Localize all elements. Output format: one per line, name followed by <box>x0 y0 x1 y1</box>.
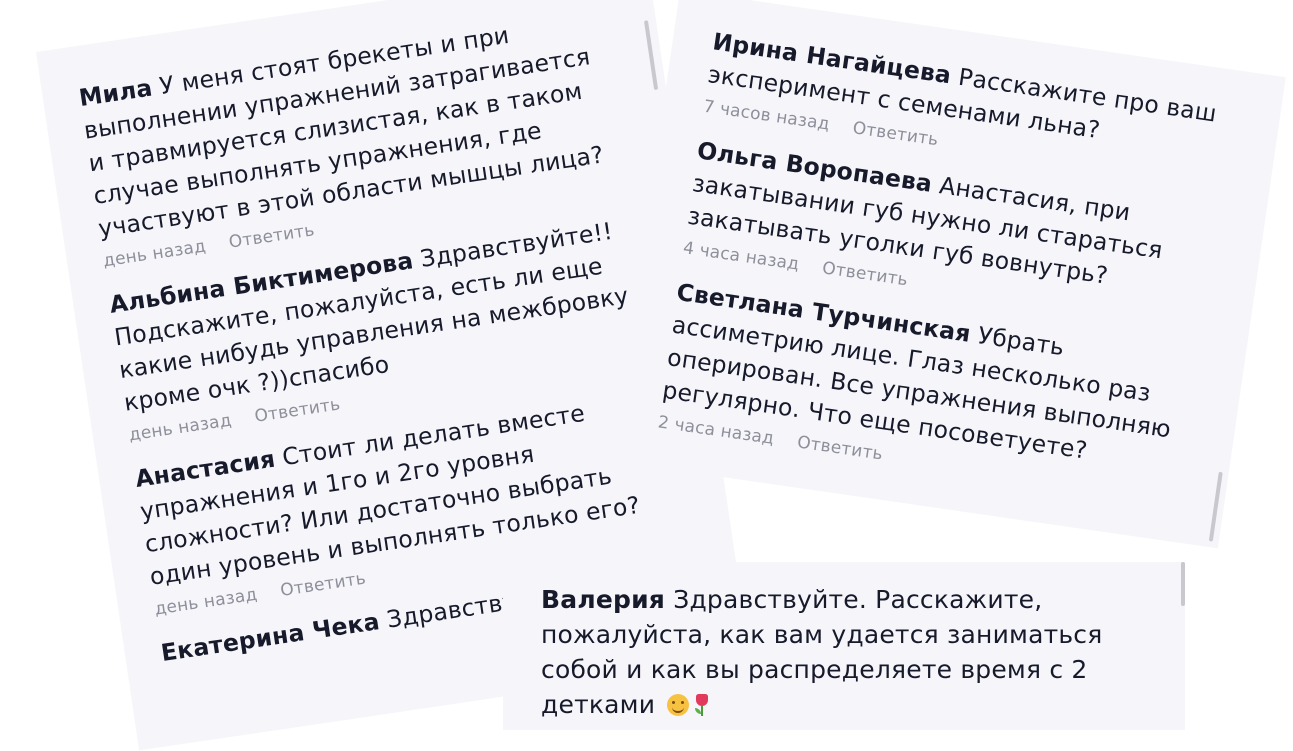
comment-text: Расскажите про ваш эксперимент с семенам… <box>706 60 1219 145</box>
reply-button[interactable]: Ответить <box>279 569 367 601</box>
scrollbar[interactable] <box>1181 562 1185 606</box>
reply-button[interactable]: Ответить <box>851 118 939 150</box>
tulip-icon <box>695 694 709 716</box>
comment-card-bottom: Валерия Здравствуйте. Расскажите, пожалу… <box>503 562 1185 730</box>
comment-author[interactable]: Мила <box>77 74 154 112</box>
comments-card-right: Ирина Нагайцева Расскажите про ваш экспе… <box>612 0 1286 549</box>
reply-button[interactable]: Ответить <box>228 220 316 252</box>
comment-author[interactable]: Екатерина Чека <box>159 607 381 667</box>
reply-button[interactable]: Ответить <box>253 394 341 426</box>
scrollbar[interactable] <box>643 20 659 91</box>
comment-author[interactable]: Валерия <box>541 585 665 614</box>
hugging-face-icon <box>667 694 690 716</box>
reply-button[interactable]: Ответить <box>796 432 884 464</box>
comment-text: У меня стоят брекеты и при выполнении уп… <box>81 20 606 243</box>
scrollbar[interactable] <box>1208 471 1223 542</box>
reply-button[interactable]: Ответить <box>821 258 909 290</box>
